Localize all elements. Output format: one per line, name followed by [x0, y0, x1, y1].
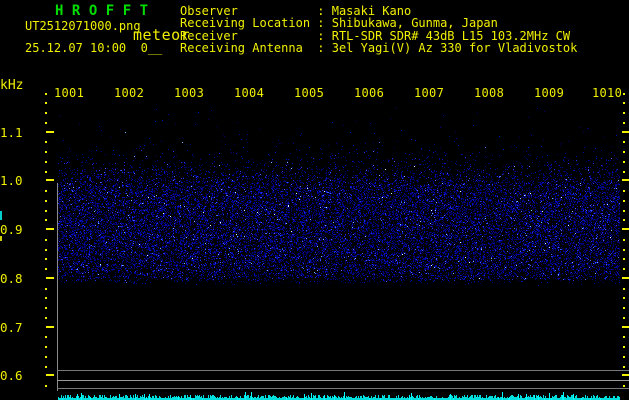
y-axis-minor-tick-left: [45, 92, 47, 95]
x-axis-tick-label: 1007: [414, 86, 445, 100]
y-axis-minor-tick-left: [45, 121, 47, 124]
y-axis-minor-tick-right: [623, 102, 625, 105]
y-axis-major-tick-left: [46, 276, 54, 279]
y-axis-minor-tick-right: [623, 287, 625, 290]
x-axis-tick-label: 1009: [534, 86, 565, 100]
y-axis-tick-label: 0.6: [0, 368, 23, 384]
y-axis-minor-tick-right: [623, 209, 625, 212]
y-axis-minor-tick-left: [45, 346, 47, 348]
y-axis-major-tick-right: [622, 130, 629, 133]
y-axis-minor-tick-left: [45, 209, 47, 212]
y-axis-minor-tick-left: [45, 170, 47, 173]
x-axis-tick-label: 1002: [114, 86, 145, 100]
y-axis-minor-tick-left: [45, 297, 47, 300]
y-axis-major-tick-left: [46, 130, 54, 133]
y-axis-major-tick-left: [46, 325, 54, 328]
left-edge-marker: [0, 211, 2, 220]
y-axis-tick-label: 1.1: [0, 124, 23, 140]
y-axis-major-tick-right: [622, 374, 629, 377]
y-axis-minor-tick-left: [45, 190, 47, 192]
y-axis-minor-tick-left: [45, 141, 47, 144]
x-axis-tick-label: 1006: [354, 86, 385, 100]
y-axis-tick-label: 0.8: [0, 270, 23, 286]
y-axis-minor-tick-left: [45, 365, 47, 368]
y-axis-minor-tick-left: [45, 248, 47, 251]
y-axis-minor-tick-right: [623, 268, 625, 270]
y-axis-minor-tick-right: [623, 199, 625, 202]
y-axis-minor-tick-left: [45, 287, 47, 290]
y-axis-minor-tick-right: [623, 336, 625, 339]
datetime-counter-label: 25.12.07 10:00 0__: [25, 41, 163, 55]
y-axis-minor-tick-left: [45, 219, 47, 222]
y-axis-minor-tick-left: [45, 199, 47, 202]
left-edge-marker: [0, 236, 2, 241]
y-axis-minor-tick-left: [45, 238, 47, 241]
y-axis-minor-tick-left: [45, 151, 47, 153]
y-axis-minor-tick-right: [623, 316, 625, 319]
y-axis-major-tick-right: [622, 276, 629, 279]
hrofft-screen: HROFFT UT2512071000.png meteor 25.12.07 …: [0, 0, 629, 400]
y-axis-minor-tick-right: [623, 297, 625, 300]
x-axis-tick-label: 1001: [54, 86, 85, 100]
y-axis-major-tick-right: [622, 179, 629, 182]
y-axis-minor-tick-right: [623, 160, 625, 163]
y-axis-minor-tick-right: [623, 346, 625, 348]
x-axis-tick-label: 1008: [474, 86, 505, 100]
y-axis-minor-tick-left: [45, 268, 47, 270]
spectrogram-noise-band: [58, 100, 620, 290]
y-axis-minor-tick-left: [45, 258, 47, 261]
y-axis-minor-tick-right: [623, 385, 625, 387]
reference-line: [57, 370, 629, 371]
y-axis-minor-tick-left: [45, 385, 47, 387]
y-axis-minor-tick-right: [623, 258, 625, 261]
y-axis-minor-tick-left: [45, 316, 47, 319]
y-axis-minor-tick-left: [45, 112, 47, 114]
y-axis-minor-tick-right: [623, 307, 625, 309]
y-axis-minor-tick-left: [45, 102, 47, 105]
y-axis-tick-label: 0.7: [0, 319, 23, 335]
y-axis-minor-tick-right: [623, 170, 625, 173]
y-axis-minor-tick-left: [45, 160, 47, 163]
y-axis-tick-label: 1.0: [0, 173, 23, 189]
reference-line: [57, 388, 629, 389]
y-axis-minor-tick-right: [623, 238, 625, 241]
y-axis-major-tick-left: [46, 374, 54, 377]
y-axis-minor-tick-right: [623, 190, 625, 192]
y-axis-minor-tick-left: [45, 336, 47, 339]
y-axis-major-tick-right: [622, 228, 629, 230]
info-line-receiving-location: Receiving Location : Shibukawa, Gunma, J…: [180, 16, 498, 31]
y-axis-minor-tick-right: [623, 365, 625, 368]
filename-label: UT2512071000.png: [25, 19, 141, 33]
x-axis-tick-label: 1005: [294, 86, 325, 100]
y-axis-major-tick-left: [46, 179, 54, 182]
y-axis-minor-tick-right: [623, 92, 625, 95]
y-axis-minor-tick-right: [623, 248, 625, 251]
x-axis-tick-label: 1004: [234, 86, 265, 100]
y-axis-minor-tick-right: [623, 141, 625, 144]
app-title: HROFFT: [55, 3, 157, 19]
y-axis-minor-tick-left: [45, 307, 47, 309]
info-line-receiving-antenna: Receiving Antenna : 3el Yagi(V) Az 330 f…: [180, 40, 578, 55]
y-axis-minor-tick-right: [623, 219, 625, 222]
y-axis-tick-label: 0.9: [0, 222, 23, 237]
y-axis-unit-label: kHz: [0, 78, 24, 93]
signal-strength-bargraph: [58, 391, 620, 400]
y-axis-minor-tick-right: [623, 355, 625, 358]
x-axis-tick-label: 1003: [174, 86, 205, 100]
reference-line: [57, 380, 629, 381]
y-axis-major-tick-left: [46, 228, 54, 230]
y-axis-major-tick-right: [622, 325, 629, 328]
y-axis-minor-tick-right: [623, 121, 625, 124]
station-info-block: Observer : Masaki Kano Receiving Location…: [180, 5, 577, 54]
x-axis-tick-label: 1010: [592, 86, 623, 100]
y-axis-minor-tick-right: [623, 112, 625, 114]
y-axis-minor-tick-right: [623, 151, 625, 153]
y-axis-minor-tick-left: [45, 355, 47, 358]
